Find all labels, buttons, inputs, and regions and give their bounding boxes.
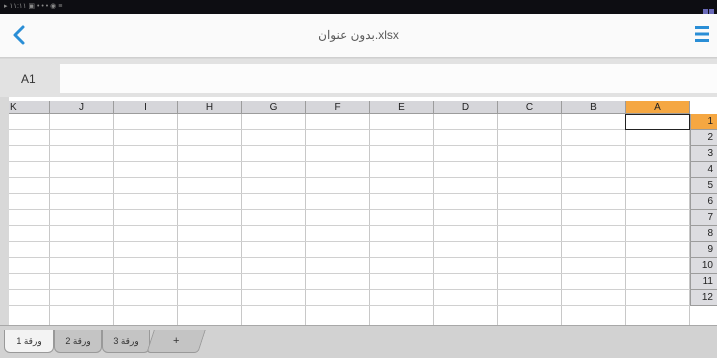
row-header-6[interactable]: 6 <box>690 194 717 210</box>
grid-horizontal-line <box>9 161 690 162</box>
tab-sheet-2[interactable]: ورقة 2 <box>54 330 102 353</box>
grid-horizontal-line <box>9 145 690 146</box>
row-header-10[interactable]: 10 <box>690 258 717 274</box>
tab-sheet-3[interactable]: ورقة 3 <box>102 330 150 353</box>
row-header-9[interactable]: 9 <box>690 242 717 258</box>
grid-horizontal-line <box>9 209 690 210</box>
column-header-a[interactable]: A <box>626 101 690 114</box>
document-title: بدون عنوان.xlsx <box>318 28 399 42</box>
formula-bar: A1 <box>0 59 717 97</box>
add-sheet-button[interactable]: + <box>146 330 206 353</box>
column-header-e[interactable]: E <box>370 101 434 114</box>
hamburger-menu-icon[interactable] <box>693 24 711 44</box>
row-header-2[interactable]: 2 <box>690 130 717 146</box>
grid-horizontal-line <box>9 257 690 258</box>
row-header-1[interactable]: 1 <box>690 114 717 130</box>
cell-reference: A1 <box>21 72 36 86</box>
row-header-5[interactable]: 5 <box>690 178 717 194</box>
grid-horizontal-line <box>9 129 690 130</box>
grid-horizontal-line <box>9 225 690 226</box>
row-header-11[interactable]: 11 <box>690 274 717 290</box>
column-header-i[interactable]: I <box>114 101 178 114</box>
spreadsheet-grid[interactable]: K J I H G F E D C B A 1 2 3 4 5 6 7 8 9 10 11 12 <box>9 97 717 325</box>
grid-horizontal-line <box>9 273 690 274</box>
grid-horizontal-line <box>9 177 690 178</box>
column-header-d[interactable]: D <box>434 101 498 114</box>
row-header-8[interactable]: 8 <box>690 226 717 242</box>
column-header-c[interactable]: C <box>498 101 562 114</box>
grid-horizontal-line <box>9 241 690 242</box>
column-header-f[interactable]: F <box>306 101 370 114</box>
row-header-7[interactable]: 7 <box>690 210 717 226</box>
status-bar: ▸ ١١:١١ ▣ • • • ◉ ≡ <box>0 0 717 16</box>
grid-horizontal-line <box>9 305 690 306</box>
sheet-tab-bar: ورقة 1 ورقة 2 ورقة 3 + <box>0 325 717 358</box>
title-bar: بدون عنوان.xlsx <box>0 14 717 58</box>
add-sheet-label: + <box>172 335 180 347</box>
row-header-4[interactable]: 4 <box>690 162 717 178</box>
grid-horizontal-line <box>9 289 690 290</box>
grid-horizontal-line <box>9 193 690 194</box>
selected-cell[interactable] <box>625 114 690 130</box>
column-header-g[interactable]: G <box>242 101 306 114</box>
column-header-b[interactable]: B <box>562 101 626 114</box>
column-header-j[interactable]: J <box>50 101 114 114</box>
battery-icon <box>702 3 714 16</box>
column-header-k[interactable]: K <box>9 101 50 114</box>
grid-corner <box>690 101 717 114</box>
row-header-12[interactable]: 12 <box>690 290 717 306</box>
row-header-3[interactable]: 3 <box>690 146 717 162</box>
tab-sheet-1[interactable]: ورقة 1 <box>4 330 54 353</box>
column-header-h[interactable]: H <box>178 101 242 114</box>
status-indicators: ▸ ١١:١١ ▣ • • • ◉ ≡ <box>4 3 63 10</box>
formula-input[interactable] <box>60 64 717 93</box>
